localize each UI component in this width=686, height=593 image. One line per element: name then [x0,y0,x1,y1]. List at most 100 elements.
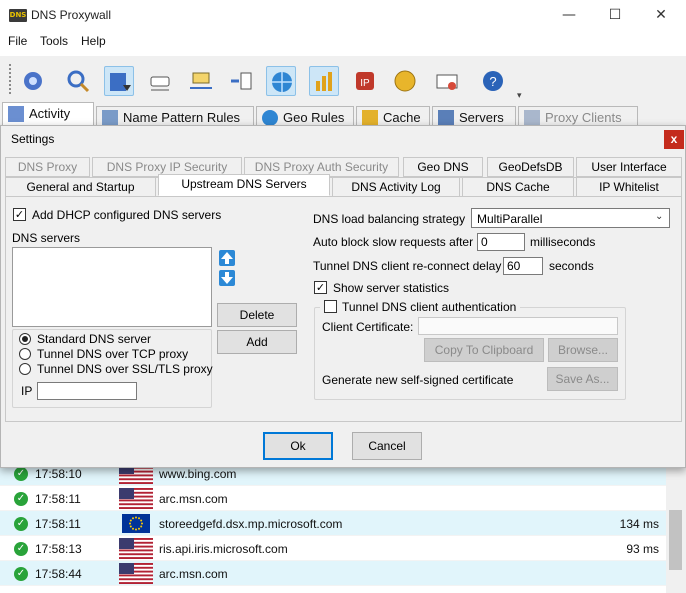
dhcp-label: Add DHCP configured DNS servers [32,208,222,222]
export-arrows-icon [231,72,252,90]
coins-button[interactable] [390,66,420,96]
lb-strategy-value: MultiParallel [477,212,543,226]
delete-button[interactable]: Delete [217,303,297,327]
window-title: DNS Proxywall [31,8,112,22]
show-stats-label: Show server statistics [333,281,450,295]
bar-chart-button[interactable] [309,66,339,96]
arrow-up-icon [221,252,233,264]
autoblock-unit: milliseconds [530,235,596,249]
globe-icon [272,72,292,92]
filter-icon [110,73,131,91]
log-row[interactable]: ✓ 17:58:11 arc.msn.com [0,486,666,511]
bar-chart-icon [316,72,332,91]
tunnel-auth-label: Tunnel DNS client authentication [342,300,517,314]
toolbar-overflow-icon[interactable]: ▾ [517,90,522,101]
certificate-button[interactable] [432,66,462,96]
search-button[interactable] [63,66,93,96]
log-row[interactable]: ✓ 17:58:44 arc.msn.com [0,561,666,586]
minimize-button[interactable]: — [546,4,592,26]
reconnect-input[interactable]: 60 [503,257,543,275]
log-host: arc.msn.com [159,567,228,581]
generate-cert-label: Generate new self-signed certificate [322,373,514,387]
dialog-tab-dns-activity-log[interactable]: DNS Activity Log [332,177,460,197]
status-ok-icon: ✓ [14,517,28,531]
menu-help[interactable]: Help [81,34,106,48]
move-down-button[interactable] [219,270,235,286]
log-host: ris.api.iris.microsoft.com [159,542,288,556]
reconnect-unit: seconds [549,259,594,273]
dialog-tab-general-and-startup[interactable]: General and Startup [5,177,156,197]
dialog-tab-geodefsdb[interactable]: GeoDefsDB [487,157,574,177]
radio-tunnel-ssl-label: Tunnel DNS over SSL/TLS proxy [37,362,213,376]
dialog-tab-dns-proxy[interactable]: DNS Proxy [5,157,90,177]
ok-button[interactable]: Ok [263,432,333,460]
maximize-button[interactable]: ☐ [592,4,638,26]
check-mark-icon: ✓ [315,281,326,294]
add-button[interactable]: Add [217,330,297,354]
close-window-button[interactable]: ✕ [638,4,684,26]
dialog-tab-user-interface[interactable]: User Interface [576,157,682,177]
browse-button[interactable]: Browse... [548,338,618,362]
radio-tunnel-tcp-label: Tunnel DNS over TCP proxy [37,347,189,361]
autoblock-input[interactable]: 0 [477,233,525,251]
log-time: 17:58:11 [35,492,81,506]
log-scrollbar-thumb[interactable] [669,510,682,570]
arrow-down-icon [221,272,233,284]
save-as-button[interactable]: Save As... [547,367,618,391]
export-arrows-button[interactable] [227,66,257,96]
cancel-button[interactable]: Cancel [352,432,422,460]
help-button[interactable]: ? [478,66,508,96]
eu-flag-icon [119,513,153,537]
reconnect-label: Tunnel DNS client re-connect delay [313,259,502,273]
eraser-icon [150,76,170,91]
show-stats-checkbox[interactable]: ✓ [314,281,327,294]
dialog-tab-dns-cache[interactable]: DNS Cache [462,177,574,197]
radio-standard[interactable] [19,333,31,345]
dialog-tab-ip-whitelist[interactable]: IP Whitelist [576,177,682,197]
radio-tunnel-tcp[interactable] [19,348,31,360]
radio-standard-label: Standard DNS server [37,332,152,346]
eraser-button[interactable] [145,66,175,96]
lb-strategy-label: DNS load balancing strategy [313,212,466,226]
lb-strategy-select[interactable]: MultiParallel ⌄ [471,208,670,228]
filter-button[interactable] [104,66,134,96]
autoblock-label: Auto block slow requests after [313,235,474,249]
menu-file[interactable]: File [8,34,27,48]
dialog-tab-upstream-dns-servers[interactable]: Upstream DNS Servers [158,174,330,196]
log-row[interactable]: ✓ 17:58:13 ris.api.iris.microsoft.com 93 ms [0,536,666,561]
help-icon: ? [483,71,503,91]
transfer-button[interactable] [186,66,216,96]
copy-to-clipboard-button[interactable]: Copy To Clipboard [424,338,544,362]
ip-label: IP [21,384,33,398]
client-cert-label: Client Certificate: [322,320,414,334]
log-time: 17:58:44 [35,567,82,581]
settings-gear-button[interactable] [18,66,48,96]
dialog-title: Settings [11,132,55,146]
search-icon [67,70,90,93]
log-time: 17:58:10 [35,467,82,481]
move-up-button[interactable] [219,250,235,266]
status-ok-icon: ✓ [14,467,28,481]
status-ok-icon: ✓ [14,492,28,506]
toolbar [0,56,686,104]
svg-text:IP: IP [360,78,370,89]
status-ok-icon: ✓ [14,542,28,556]
chevron-down-icon: ⌄ [655,211,664,222]
ip-block-button[interactable]: IP [350,66,380,96]
radio-tunnel-ssl[interactable] [19,363,31,375]
dns-servers-list[interactable] [12,247,212,327]
log-response-time: 134 ms [619,517,659,531]
certificate-icon [436,74,458,90]
ip-input[interactable] [37,382,137,400]
menu-tools[interactable]: Tools [40,34,68,48]
dialog-close-button[interactable]: x [664,130,684,149]
tunnel-auth-checkbox[interactable] [324,300,337,313]
settings-gear-icon [24,72,42,90]
dhcp-checkbox[interactable]: ✓ [13,208,26,221]
log-row[interactable]: ✓ 17:58:11 storeedgefd.dsx.mp.microsoft.co… [0,511,666,536]
ip-block-icon: IP [356,72,374,90]
client-cert-input[interactable] [418,317,618,335]
globe-button[interactable] [266,66,296,96]
dialog-tab-geo-dns[interactable]: Geo DNS [403,157,483,177]
us-flag-icon [119,563,153,587]
